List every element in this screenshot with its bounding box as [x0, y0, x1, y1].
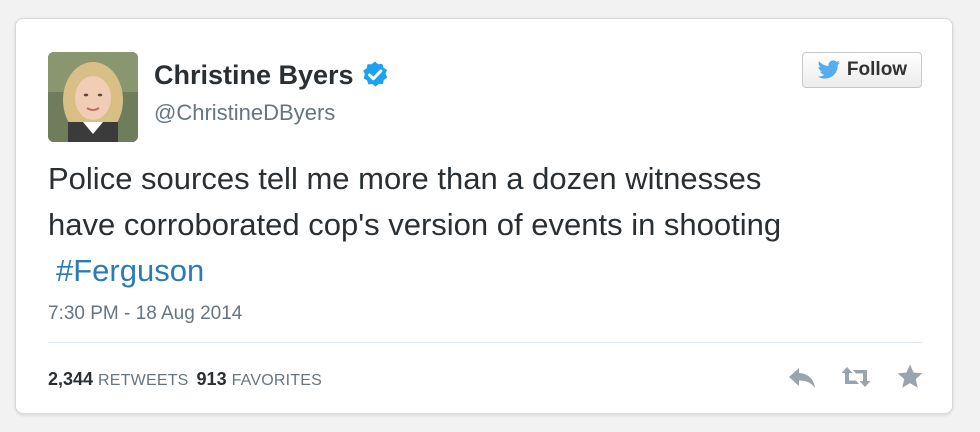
tweet-timestamp[interactable]: 7:30 PM - 18 Aug 2014 [48, 302, 242, 326]
avatar-image [48, 52, 138, 142]
tweet-actions [786, 363, 926, 391]
tweet-card: Christine Byers @ChristineDByers Follow … [15, 18, 953, 414]
avatar[interactable] [48, 52, 138, 142]
retweets-count: 2,344 [48, 369, 94, 389]
retweets-label: RETWEETS [98, 372, 189, 389]
divider [48, 342, 922, 343]
favorites-count: 913 [196, 369, 227, 389]
tweet-text-line: Police sources tell me more than a dozen… [48, 161, 762, 196]
author-name[interactable]: Christine Byers [154, 59, 354, 91]
favorite-icon[interactable] [894, 363, 926, 391]
tweet-text: Police sources tell me more than a dozen… [48, 156, 908, 294]
retweet-icon[interactable] [840, 363, 872, 391]
author-handle[interactable]: @ChristineDByers [154, 99, 335, 127]
author-name-row: Christine Byers [154, 59, 390, 91]
tweet-text-line: have corroborated cop's version of event… [48, 207, 782, 242]
verified-badge-icon [362, 61, 387, 87]
favorites-stat[interactable]: 913 FAVORITES [197, 367, 322, 393]
favorites-label: FAVORITES [231, 372, 323, 389]
follow-label: Follow [846, 59, 908, 80]
hashtag-link[interactable]: #Ferguson [56, 253, 204, 288]
twitter-bird-icon [817, 60, 841, 79]
retweets-stat[interactable]: 2,344 RETWEETS [48, 367, 189, 393]
follow-button[interactable]: Follow [802, 52, 922, 88]
tweet-stats: 2,344 RETWEETS 913 FAVORITES [48, 367, 322, 393]
reply-icon[interactable] [786, 363, 818, 391]
